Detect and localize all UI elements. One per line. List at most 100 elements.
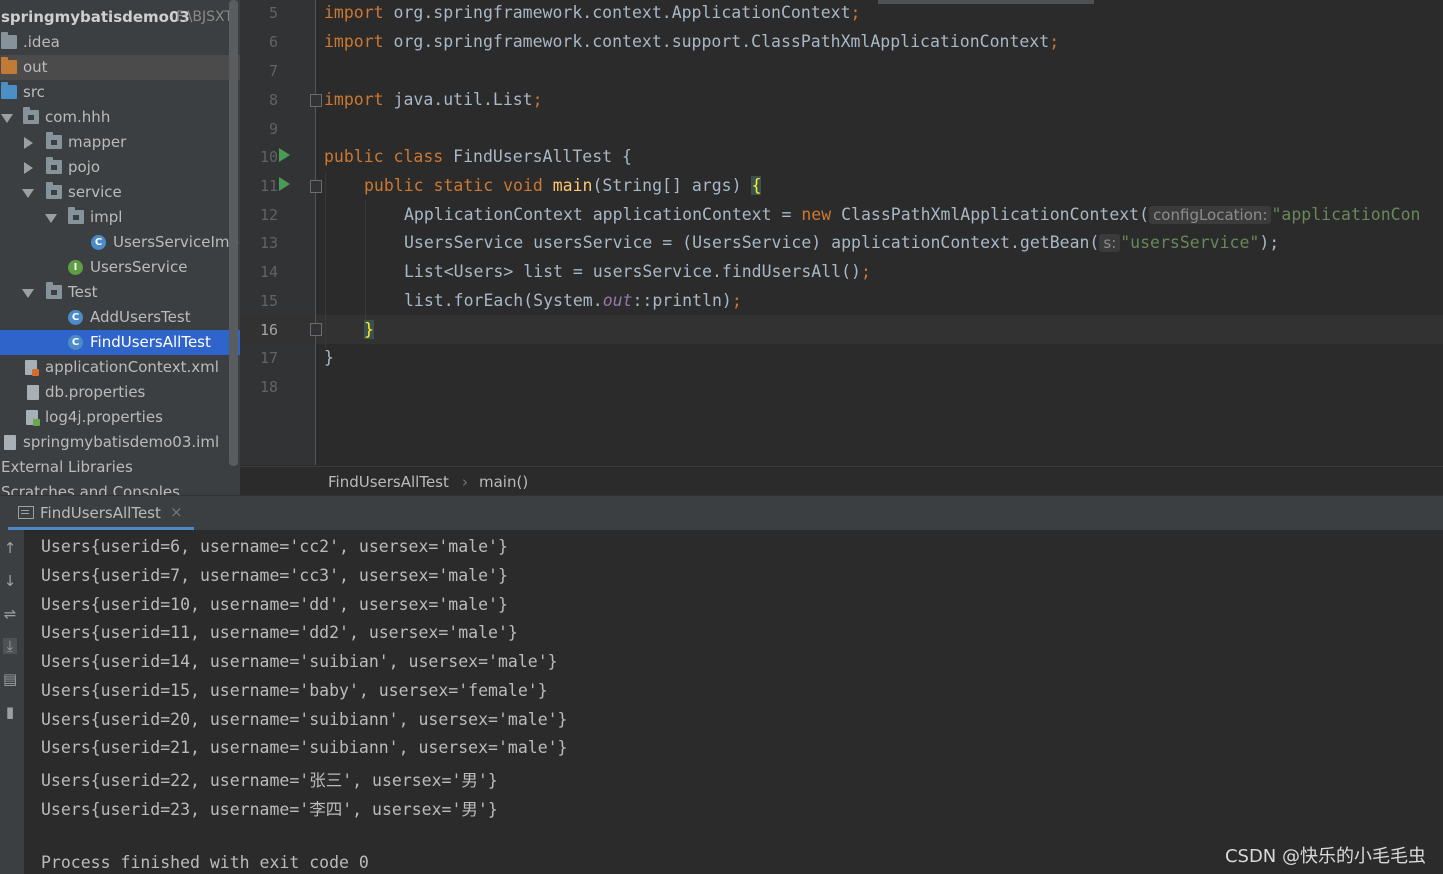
test-class-icon: C	[68, 335, 83, 350]
code-text: (String[] args)	[592, 176, 752, 195]
tree-item-label: log4j.properties	[45, 408, 163, 426]
tree-item-service[interactable]: service	[0, 180, 240, 205]
code-text: }	[324, 348, 334, 367]
tree-item-label: UsersServiceImpl	[113, 233, 240, 251]
indent-guide	[365, 200, 366, 320]
console-line: Users{userid=22, username='张三', usersex=…	[41, 771, 498, 790]
tree-item-src[interactable]: src	[0, 80, 240, 105]
test-class-icon: C	[68, 310, 83, 325]
tree-item-label: pojo	[68, 158, 101, 176]
code-text: org.springframework.context.ApplicationC…	[383, 3, 851, 22]
folder-blue-icon	[1, 82, 17, 99]
print-icon[interactable]: ▤	[3, 671, 17, 687]
tree-item-log4j-properties[interactable]: log4j.properties	[0, 405, 240, 430]
code-line-6[interactable]: import org.springframework.context.suppo…	[324, 32, 1059, 51]
run-tab[interactable]: FindUsersAllTest ×	[8, 496, 194, 530]
line-number: 8	[268, 91, 278, 109]
run-toolbar: ↑ ↓ ⇌ ⤓ ▤ ▮	[0, 530, 24, 874]
code-semicolon: ;	[1049, 32, 1060, 51]
tree-item-label: mapper	[68, 133, 127, 151]
watermark: CSDN @快乐的小毛毛虫	[1224, 846, 1426, 867]
tree-item-idea[interactable]: .idea	[0, 30, 240, 55]
code-text: );	[1259, 233, 1280, 252]
code-line-15[interactable]: list.forEach(System.out::println);	[404, 291, 742, 310]
line-number: 11	[259, 177, 278, 195]
console-line: Users{userid=11, username='dd2', usersex…	[41, 623, 518, 642]
indent-guide	[325, 172, 326, 347]
tree-root-path: F:\BJSXT	[176, 9, 233, 25]
code-line-17[interactable]: }	[324, 348, 334, 367]
arrow-down-icon[interactable]: ↓	[3, 573, 17, 589]
code-line-13[interactable]: UsersService usersService = (UsersServic…	[404, 233, 1279, 252]
fold-marker-icon[interactable]	[310, 323, 322, 336]
run-main-icon[interactable]	[279, 177, 290, 191]
tree-item-pojo[interactable]: pojo	[0, 155, 240, 180]
line-number: 12	[259, 206, 278, 224]
code-keyword: import	[324, 90, 384, 109]
line-number: 7	[268, 62, 278, 80]
chevron-down-icon[interactable]	[22, 289, 34, 298]
tree-item-adduserstest[interactable]: C AddUsersTest	[0, 305, 240, 330]
code-function: main	[552, 176, 593, 195]
tree-item-label: springmybatisdemo03.iml	[23, 433, 220, 451]
fold-marker-icon[interactable]	[310, 180, 322, 193]
tree-item-applicationcontext-xml[interactable]: applicationContext.xml	[0, 355, 240, 380]
tree-item-label: out	[23, 58, 48, 76]
tree-item-db-properties[interactable]: db.properties	[0, 380, 240, 405]
code-line-8[interactable]: import java.util.List;	[324, 90, 543, 109]
code-line-12[interactable]: ApplicationContext applicationContext = …	[404, 205, 1420, 224]
arrow-up-icon[interactable]: ↑	[3, 540, 17, 556]
tree-item-usersservice[interactable]: I UsersService	[0, 255, 240, 280]
breadcrumb-class[interactable]: FindUsersAllTest	[328, 473, 449, 491]
chevron-right-icon[interactable]	[24, 137, 33, 149]
tree-item-com-hhh[interactable]: com.hhh	[0, 105, 240, 130]
code-text: ClassPathXmlApplicationContext(	[831, 205, 1150, 224]
line-number: 10	[259, 148, 278, 166]
parameter-hint: configLocation:	[1149, 206, 1272, 224]
chevron-right-icon[interactable]	[24, 162, 33, 174]
package-icon	[46, 157, 62, 174]
close-icon[interactable]: ×	[170, 503, 183, 521]
code-line-5[interactable]: import org.springframework.context.Appli…	[324, 3, 860, 22]
tree-item-impl[interactable]: impl	[0, 205, 240, 230]
code-keyword: public static void	[364, 176, 543, 195]
line-number: 15	[259, 292, 278, 310]
code-line-14[interactable]: List<Users> list = usersService.findUser…	[404, 262, 871, 281]
console-line: Users{userid=21, username='suibiann', us…	[41, 738, 568, 757]
code-line-16[interactable]: }	[364, 320, 374, 339]
code-brace-matched: }	[364, 320, 374, 339]
trash-icon[interactable]: ▮	[3, 704, 17, 720]
tree-scrollbar[interactable]	[229, 0, 238, 466]
chevron-down-icon[interactable]	[22, 189, 34, 198]
run-class-icon[interactable]	[279, 148, 290, 162]
scroll-to-end-icon[interactable]: ⤓	[3, 638, 17, 654]
tree-item-label: src	[23, 83, 45, 101]
code-brace-matched: {	[751, 176, 762, 195]
gutter-separator	[315, 0, 316, 465]
code-text: ApplicationContext applicationContext =	[404, 205, 802, 224]
tree-item-finduserstest-selected[interactable]: C FindUsersAllTest	[0, 330, 240, 355]
code-line-10[interactable]: public class FindUsersAllTest {	[324, 147, 632, 166]
tree-item-usersserviceimpl[interactable]: C UsersServiceImpl	[0, 230, 240, 255]
tree-item-test[interactable]: Test	[0, 280, 240, 305]
tree-item-out[interactable]: out	[0, 55, 240, 80]
code-text: List<Users> list = usersService.findUser…	[404, 262, 861, 281]
chevron-down-icon[interactable]	[1, 114, 13, 123]
tree-item-label: service	[68, 183, 122, 201]
tree-item-mapper[interactable]: mapper	[0, 130, 240, 155]
breadcrumb-method[interactable]: main()	[479, 473, 528, 491]
tree-item-iml[interactable]: springmybatisdemo03.iml	[0, 430, 240, 455]
fold-marker-icon[interactable]	[310, 94, 322, 107]
code-semicolon: ;	[532, 90, 543, 109]
chevron-down-icon[interactable]	[45, 214, 57, 223]
tree-item-external-libraries[interactable]: External Libraries	[0, 455, 240, 480]
line-number: 9	[268, 120, 278, 138]
tree-item-label: .idea	[23, 33, 60, 51]
run-tab-label: FindUsersAllTest	[40, 504, 161, 522]
soft-wrap-icon[interactable]: ⇌	[3, 606, 17, 622]
line-number: 18	[259, 378, 278, 396]
tree-root-item[interactable]: springmybatisdemo03 F:\BJSXT	[0, 5, 240, 30]
tree-item-scratches[interactable]: Scratches and Consoles	[0, 480, 240, 495]
code-line-11[interactable]: public static void main(String[] args) {	[364, 176, 762, 195]
tree-item-label: External Libraries	[1, 458, 133, 476]
